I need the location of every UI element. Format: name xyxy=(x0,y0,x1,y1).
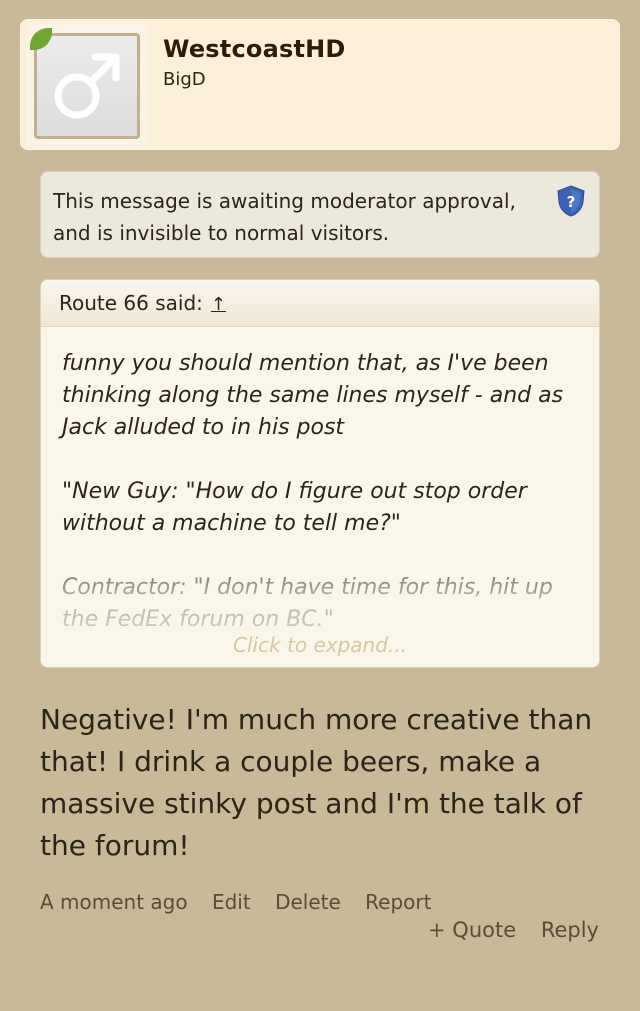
username[interactable]: WestcoastHD xyxy=(163,35,346,63)
quote-paragraph: Contractor: "I don't have time for this,… xyxy=(62,575,553,632)
quote-paragraph: funny you should mention that, as I've b… xyxy=(62,351,564,440)
svg-text:?: ? xyxy=(567,193,576,211)
moderation-notice-text: This message is awaiting moderator appro… xyxy=(53,189,516,245)
quote-attribution: Route 66 said: ↑ xyxy=(59,291,226,315)
avatar[interactable] xyxy=(34,33,140,139)
reply-button[interactable]: Reply xyxy=(541,918,599,942)
report-link[interactable]: Report xyxy=(365,890,431,914)
jump-to-quote-link[interactable]: ↑ xyxy=(211,294,226,315)
quote-paragraph: "New Guy: "How do I figure out stop orde… xyxy=(62,479,527,536)
edit-link[interactable]: Edit xyxy=(212,890,251,914)
user-card: WestcoastHD BigD xyxy=(20,19,620,150)
male-gender-icon xyxy=(54,53,120,119)
expand-quote-link[interactable]: Click to expand... xyxy=(41,633,599,657)
quote-button[interactable]: + Quote xyxy=(428,918,516,942)
message-body: Negative! I'm much more creative than th… xyxy=(40,703,593,862)
delete-link[interactable]: Delete xyxy=(275,890,341,914)
post-actions: + Quote Reply xyxy=(410,918,599,942)
quote-body: funny you should mention that, as I've b… xyxy=(62,348,587,667)
moderation-notice: This message is awaiting moderator appro… xyxy=(40,171,600,258)
avatar-container[interactable] xyxy=(26,24,148,146)
post-meta: A moment ago Edit Delete Report xyxy=(40,890,449,914)
quote-header: Route 66 said: ↑ xyxy=(41,280,599,327)
post-timestamp[interactable]: A moment ago xyxy=(40,890,188,914)
quote-author-label: Route 66 said: xyxy=(59,291,203,315)
quote-block: Route 66 said: ↑ funny you should mention… xyxy=(40,279,600,668)
shield-question-icon: ? xyxy=(557,185,585,217)
user-title: BigD xyxy=(163,69,206,90)
